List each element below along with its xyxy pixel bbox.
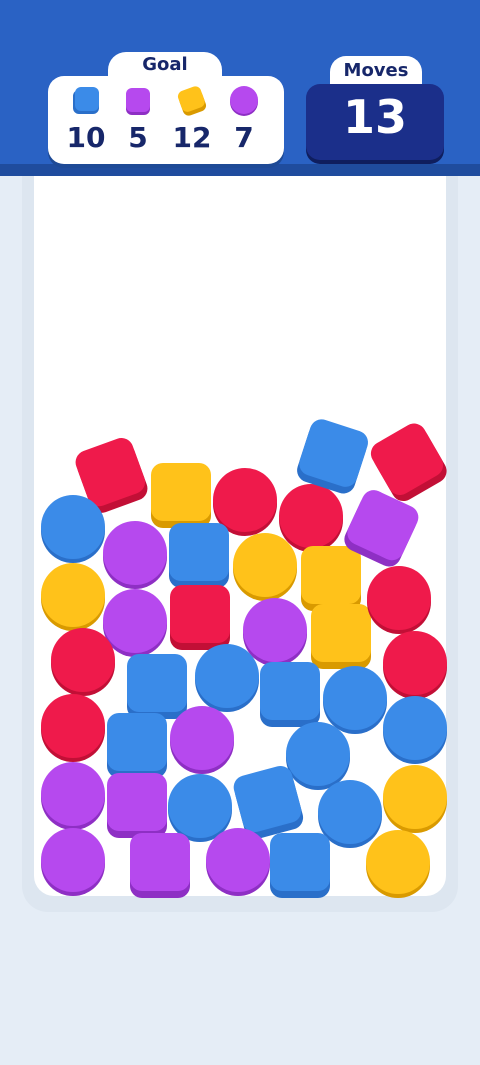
goal-count-yellow-cube: 12	[172, 121, 212, 154]
yellow-cube-icon	[177, 86, 207, 116]
purple-ball-piece[interactable]	[170, 706, 234, 774]
blue-cube-piece[interactable]	[127, 654, 187, 719]
goal-title: Goal	[142, 54, 188, 75]
moves-counter-value: 13	[342, 90, 407, 144]
red-ball-piece[interactable]	[383, 631, 447, 699]
yellow-ball-piece[interactable]	[41, 563, 105, 631]
purple-ball-piece[interactable]	[243, 598, 307, 666]
yellow-ball-piece[interactable]	[383, 765, 447, 833]
blue-cube-piece[interactable]	[169, 523, 229, 588]
purple-ball-piece[interactable]	[41, 828, 105, 896]
yellow-ball-piece[interactable]	[366, 830, 430, 898]
purple-ball-piece[interactable]	[206, 828, 270, 896]
blue-cube-piece[interactable]	[270, 833, 330, 898]
goal-count-blue-cube: 10	[66, 121, 106, 154]
blue-cube-piece[interactable]	[260, 662, 320, 727]
goal-count-purple-cube: 5	[128, 121, 148, 154]
red-ball-piece[interactable]	[41, 694, 105, 762]
yellow-cube-piece[interactable]	[311, 604, 371, 669]
purple-ball-piece[interactable]	[103, 589, 167, 657]
blue-ball-piece[interactable]	[168, 774, 232, 842]
yellow-cube-piece[interactable]	[301, 546, 361, 611]
goal-item-blue-cube: 10	[60, 84, 112, 156]
yellow-ball-piece[interactable]	[233, 533, 297, 601]
goal-count-purple-ball: 7	[234, 121, 254, 154]
purple-ball-piece[interactable]	[41, 762, 105, 830]
blue-ball-piece[interactable]	[286, 722, 350, 790]
moves-title: Moves	[343, 60, 409, 81]
purple-ball-icon	[230, 86, 258, 116]
purple-cube-piece[interactable]	[107, 773, 167, 838]
blue-ball-piece[interactable]	[323, 666, 387, 734]
purple-cube-piece[interactable]	[130, 833, 190, 898]
purple-ball-piece[interactable]	[103, 521, 167, 589]
goal-item-purple-ball: 7	[218, 84, 270, 156]
blue-ball-piece[interactable]	[195, 644, 259, 712]
blue-cube-icon	[73, 87, 99, 114]
red-cube-piece[interactable]	[170, 585, 230, 650]
yellow-cube-piece[interactable]	[151, 463, 211, 528]
top-bar-shadow	[0, 164, 480, 176]
goal-item-yellow-cube: 12	[166, 84, 218, 156]
purple-cube-icon	[126, 88, 150, 115]
red-ball-piece[interactable]	[367, 566, 431, 634]
red-ball-piece[interactable]	[279, 484, 343, 552]
red-ball-piece[interactable]	[51, 628, 115, 696]
blue-ball-piece[interactable]	[41, 495, 105, 563]
blue-cube-piece[interactable]	[107, 713, 167, 778]
blue-ball-piece[interactable]	[383, 696, 447, 764]
goal-item-purple-cube: 5	[112, 84, 164, 156]
